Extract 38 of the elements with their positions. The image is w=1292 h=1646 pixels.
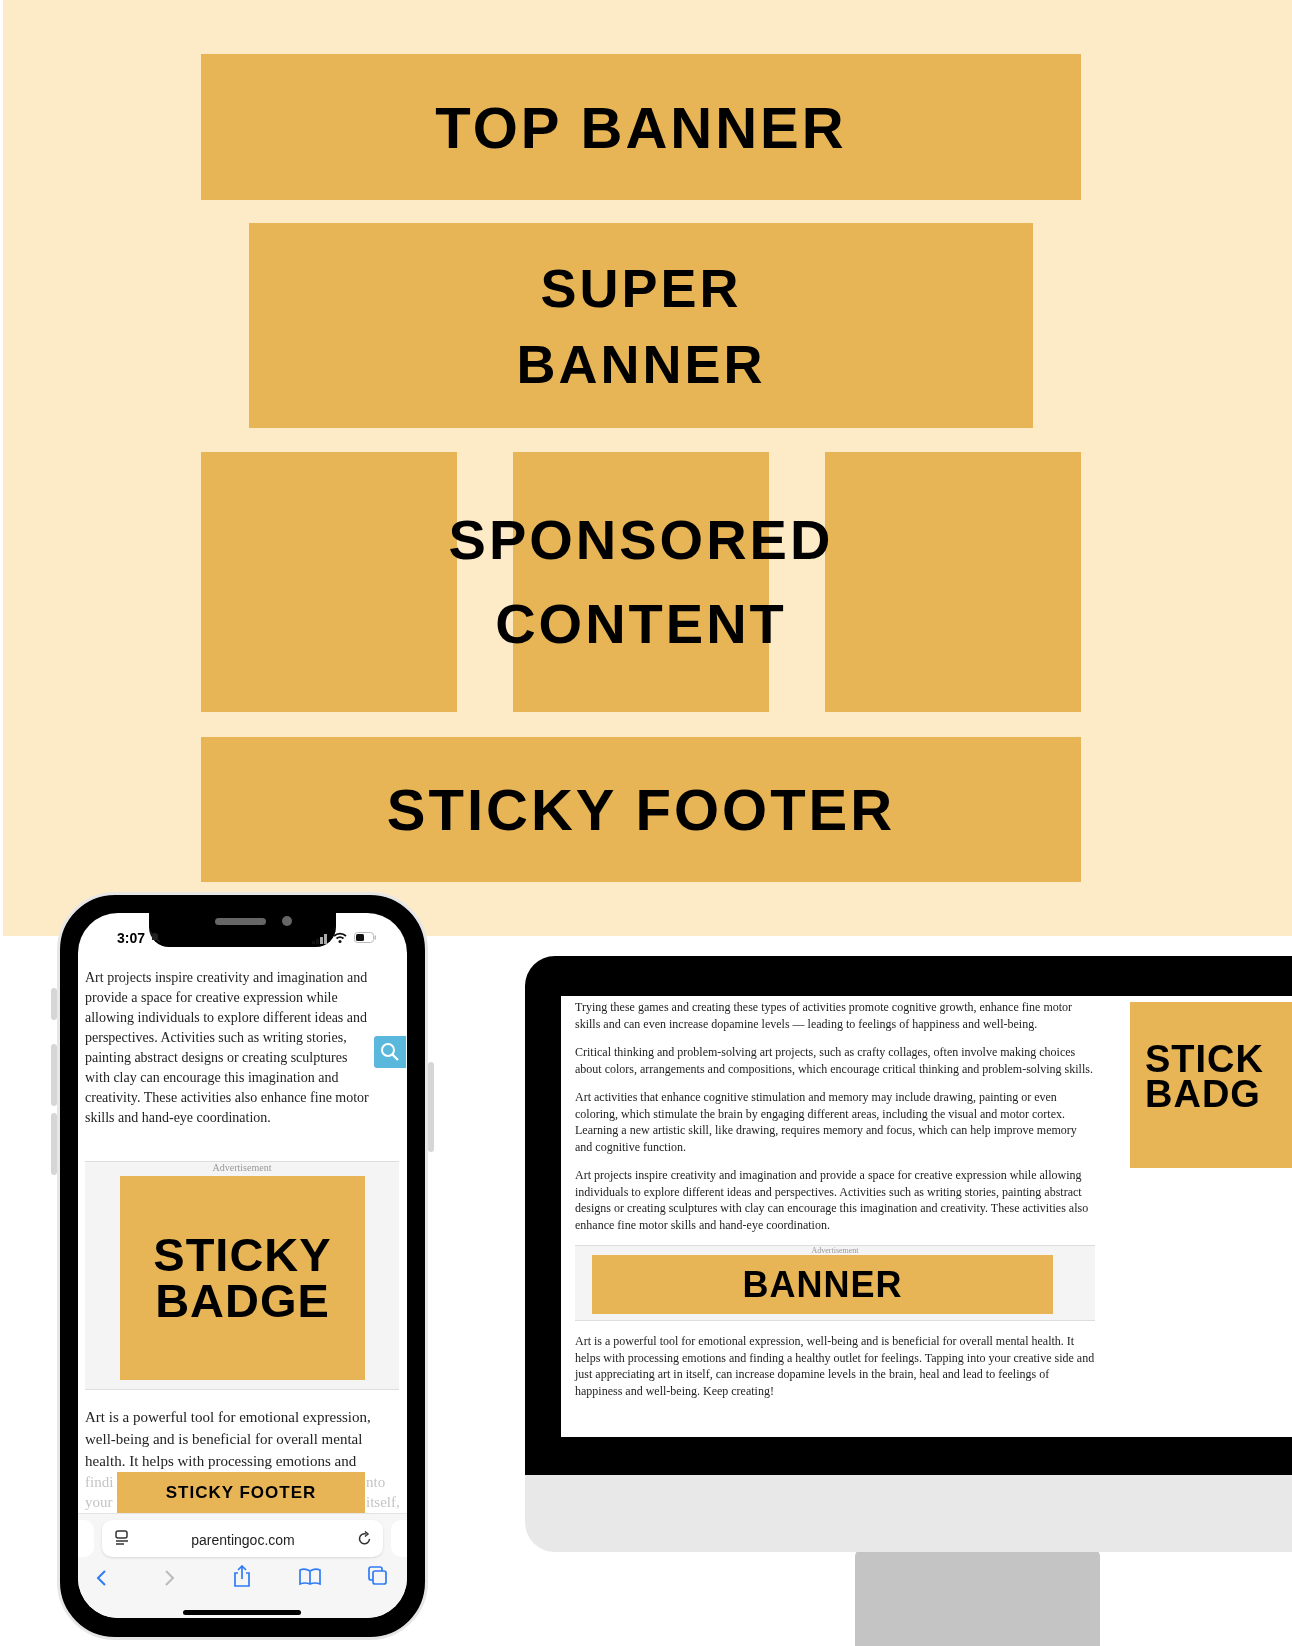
status-time: 3:07 bbox=[117, 929, 146, 948]
block-label: STICKY FOOTER bbox=[386, 776, 896, 844]
ad-label-text: STICKY FOOTER bbox=[165, 1481, 317, 1504]
ad-label: Advertisement bbox=[211, 1162, 273, 1174]
search-icon bbox=[380, 1042, 400, 1062]
article-paragraph: Critical thinking and problem-solving art projects, such as crafty collages, often involve making choices about colors, arrangements and compositions, which encourage critical thinking and problem-solving skills. bbox=[575, 1044, 1094, 1077]
article-paragraph: Art activities that enhance cognitive stimulation and memory may include drawing, painting or even coloring, which stimulate the brain by engaging different areas, including the visual and motor cortex. Learning a new artistic skill, like drawing, requires memory and focus, which can help improve memory and cognitive function. bbox=[575, 1089, 1078, 1155]
battery-icon bbox=[354, 932, 376, 943]
search-button[interactable] bbox=[374, 1036, 406, 1068]
block-label: TOP BANNER bbox=[435, 93, 847, 162]
address-bar[interactable] bbox=[102, 1520, 383, 1557]
faded-text: itself, bbox=[366, 1493, 400, 1512]
block-label: SPONSORED CONTENT bbox=[447, 507, 835, 657]
url-text: parentingoc.com bbox=[190, 1531, 296, 1550]
article-paragraph: Trying these games and creating these types of activities promote cognitive growth, enhance fine motor skills and can even increase dopamine levels — leading to feelings of happiness and well-being. bbox=[575, 999, 1074, 1032]
block-label: SUPER BANNER bbox=[515, 256, 767, 396]
ad-label: Advertisement bbox=[810, 1246, 860, 1255]
back-icon[interactable] bbox=[95, 1569, 107, 1587]
ad-label-text: STICKY BADGE bbox=[152, 1232, 333, 1324]
faded-text: nto bbox=[366, 1473, 386, 1492]
faded-text: your bbox=[85, 1493, 113, 1512]
book-icon[interactable] bbox=[299, 1568, 321, 1586]
wifi-icon bbox=[333, 932, 347, 943]
page-menu-icon[interactable] bbox=[115, 1530, 129, 1546]
ad-label-text: STICK BADG bbox=[1145, 1042, 1265, 1112]
share-icon[interactable] bbox=[233, 1565, 251, 1587]
article-paragraph: Art is a powerful tool for emotional expression, well-being and is beneficial for overall mental health. It helps with processing emotions and finding a healthy outlet for feelings. Tapping into your creative side and just appreciating art in itself, can increase dopamine levels in the brain, heal and lead to feelings of happiness and well-being. Keep creating! bbox=[575, 1333, 1095, 1399]
article-paragraph: Art projects inspire creativity and imagination and provide a space for creative expression while allowing individuals to explore different ideas and perspectives. Activities such as writing stories, painting abstract designs or creating sculptures with clay can encourage this imagination and creativity. These activities also enhance fine motor skills and hand-eye coordination. bbox=[575, 1167, 1090, 1233]
ad-label-text: BANNER bbox=[742, 1262, 903, 1307]
signal-icon bbox=[312, 934, 327, 944]
article-paragraph: Art projects inspire creativity and imagination and provide a space for creative expression while allowing individuals to explore different ideas and perspectives. Activities such as writing stories, painting abstract designs or creating sculptures with clay can encourage this imagination and creativity. These activities also enhance fine motor skills and hand-eye coordination. bbox=[85, 969, 370, 1127]
faded-text: findi bbox=[85, 1473, 114, 1492]
speaker-grille bbox=[215, 918, 266, 925]
adjacent-tab-edge bbox=[78, 1520, 94, 1557]
adjacent-tab-edge bbox=[391, 1520, 407, 1557]
tabs-icon[interactable] bbox=[368, 1566, 388, 1586]
reload-icon[interactable] bbox=[357, 1531, 372, 1546]
article-paragraph: Art is a powerful tool for emotional expression, well-being and is beneficial for overall mental health. It helps with processing emotions and bbox=[85, 1408, 372, 1471]
